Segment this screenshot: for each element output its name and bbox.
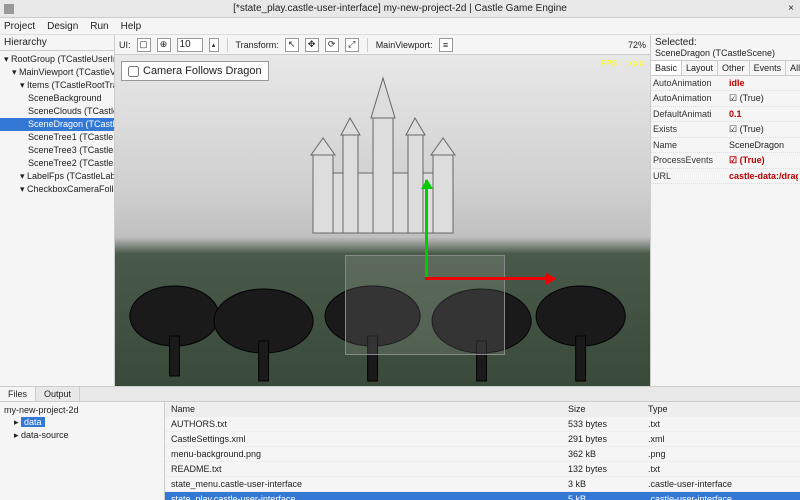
ui-label: UI: [119, 40, 131, 50]
window-title: [*state_play.castle-user-interface] my-n… [233, 3, 567, 14]
viewport-toolbar: UI: ▢ ⊕ 10 ▴ Transform: ↖ ✥ ⟳ ⤢ MainView… [115, 35, 650, 55]
fps-label: FPS: xxx [601, 59, 644, 69]
menu-help[interactable]: Help [121, 21, 142, 32]
snap-spinner[interactable]: 10 [177, 38, 203, 52]
app-icon [4, 4, 14, 14]
bottom-panel: Files Output my-new-project-2d ▸ data ▸ … [0, 386, 800, 500]
inspector-tabs: Basic Layout Other Events All [651, 61, 800, 76]
camera-follow-checkbox[interactable]: Camera Follows Dragon [121, 61, 269, 81]
col-type[interactable]: Type [646, 403, 796, 415]
property-row[interactable]: DefaultAnimati0.1 [651, 107, 800, 122]
hierarchy-node[interactable]: SceneTree3 (TCastleScene) [0, 144, 114, 157]
transform-label: Transform: [236, 40, 279, 50]
hierarchy-node[interactable]: ▾ CheckboxCameraFollow (…) [0, 183, 114, 196]
property-row[interactable]: NameSceneDragon [651, 138, 800, 153]
bottom-tabs: Files Output [0, 387, 800, 402]
col-size[interactable]: Size [566, 403, 646, 415]
hierarchy-node[interactable]: ▾ Items (TCastleRootTransform) [0, 79, 114, 92]
menu-project[interactable]: Project [4, 21, 35, 32]
col-name[interactable]: Name [169, 403, 566, 415]
menu-run[interactable]: Run [90, 21, 108, 32]
property-grid[interactable]: AutoAnimationidleAutoAnimation☑ (True)De… [651, 76, 800, 184]
close-icon[interactable]: × [788, 3, 794, 14]
move-tool-icon[interactable]: ✥ [305, 38, 319, 52]
scene-viewport[interactable]: FPS: xxx Camera Follows Dragon [115, 55, 650, 386]
selected-label: Selected: [655, 37, 796, 48]
zoom-level: 72% [628, 40, 646, 50]
castle-graphic [283, 73, 483, 253]
hierarchy-node[interactable]: SceneTree1 (TCastleScene) [0, 131, 114, 144]
file-row[interactable]: menu-background.png362 kB.png [165, 447, 800, 462]
file-row[interactable]: README.txt132 bytes.txt [165, 462, 800, 477]
file-tree[interactable]: my-new-project-2d ▸ data ▸ data-source [0, 402, 165, 500]
file-row[interactable]: state_menu.castle-user-interface3 kB.cas… [165, 477, 800, 492]
mainviewport-label: MainViewport: [376, 40, 433, 50]
hierarchy-tree[interactable]: ▾ RootGroup (TCastleUserInterfaceGroup)▾… [0, 51, 114, 198]
tab-output[interactable]: Output [36, 387, 80, 401]
hierarchy-node[interactable]: SceneTree2 (TCastleScene) [0, 157, 114, 170]
property-row[interactable]: AutoAnimation☑ (True) [651, 91, 800, 107]
rotate-tool-icon[interactable]: ⟳ [325, 38, 339, 52]
selected-value: SceneDragon (TCastleScene) [655, 48, 796, 58]
hierarchy-title: Hierarchy [0, 35, 114, 51]
tab-events[interactable]: Events [750, 61, 787, 75]
tab-all[interactable]: All [786, 61, 800, 75]
hierarchy-panel: Hierarchy ▾ RootGroup (TCastleUserInterf… [0, 35, 115, 386]
file-tree-root[interactable]: my-new-project-2d [2, 404, 162, 416]
hierarchy-node[interactable]: ▾ RootGroup (TCastleUserInterfaceGroup) [0, 53, 114, 66]
hierarchy-node[interactable]: SceneClouds (TCastleScene) [0, 105, 114, 118]
file-row[interactable]: AUTHORS.txt533 bytes.txt [165, 417, 800, 432]
viewport-menu-icon[interactable]: ≡ [439, 38, 453, 52]
hierarchy-node[interactable]: SceneBackground [0, 92, 114, 105]
property-row[interactable]: ProcessEvents☑ (True) [651, 153, 800, 169]
tab-layout[interactable]: Layout [682, 61, 718, 75]
tab-other[interactable]: Other [718, 61, 750, 75]
gizmo-y-axis[interactable] [425, 180, 428, 280]
hierarchy-node[interactable]: ▾ MainViewport (TCastleViewport) [0, 66, 114, 79]
tab-files[interactable]: Files [0, 387, 36, 401]
file-row[interactable]: state_play.castle-user-interface5 kB.cas… [165, 492, 800, 500]
property-row[interactable]: Exists☑ (True) [651, 122, 800, 138]
ui-anchor-icon[interactable]: ⊕ [157, 38, 171, 52]
file-row[interactable]: CastleSettings.xml291 bytes.xml [165, 432, 800, 447]
camera-follow-input[interactable] [128, 66, 139, 77]
scale-tool-icon[interactable]: ⤢ [345, 38, 359, 52]
file-list[interactable]: Name Size Type AUTHORS.txt533 bytes.txtC… [165, 402, 800, 500]
file-tree-item[interactable]: ▸ data [2, 416, 162, 429]
menu-bar: Project Design Run Help [0, 18, 800, 35]
window-titlebar: [*state_play.castle-user-interface] my-n… [0, 0, 800, 18]
file-list-header: Name Size Type [165, 402, 800, 417]
file-tree-item[interactable]: ▸ data-source [2, 429, 162, 442]
hierarchy-node[interactable]: SceneDragon (TCastleScene) [0, 118, 114, 131]
camera-follow-label: Camera Follows Dragon [143, 65, 262, 77]
menu-design[interactable]: Design [47, 21, 78, 32]
spin-up-icon[interactable]: ▴ [209, 38, 219, 52]
tab-basic[interactable]: Basic [651, 61, 682, 75]
property-row[interactable]: AutoAnimationidle [651, 76, 800, 91]
inspector-panel: Selected: SceneDragon (TCastleScene) Bas… [650, 35, 800, 386]
select-tool-icon[interactable]: ↖ [285, 38, 299, 52]
hierarchy-node[interactable]: ▾ LabelFps (TCastleLabel) [0, 170, 114, 183]
ui-rect-icon[interactable]: ▢ [137, 38, 151, 52]
property-row[interactable]: URLcastle-data:/drag… [651, 169, 800, 184]
gizmo-x-axis[interactable] [425, 277, 555, 280]
